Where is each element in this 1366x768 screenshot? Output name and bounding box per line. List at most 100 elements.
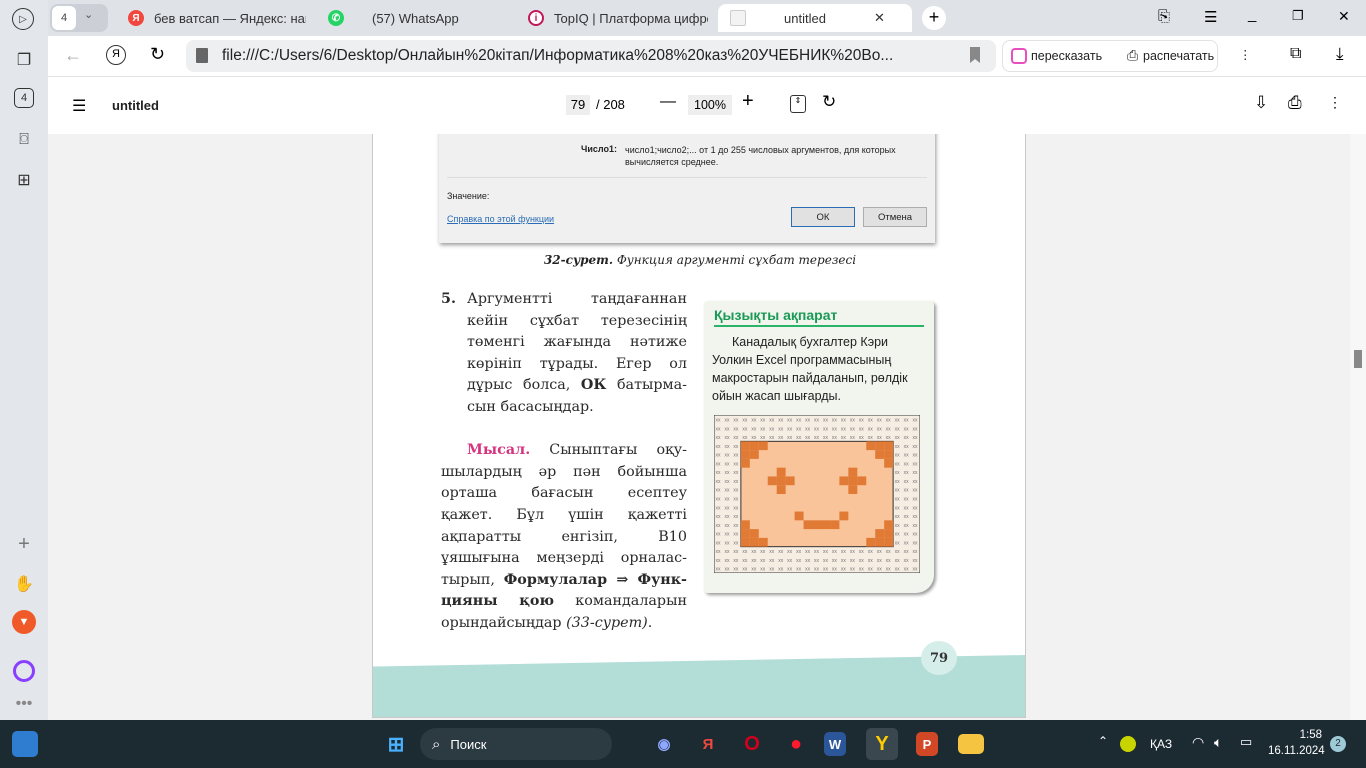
bookmark-icon[interactable]: [970, 47, 980, 63]
grid-cell: xx: [886, 558, 892, 564]
text-segment: шылардың әр пән бойынша: [441, 463, 687, 480]
rotate-icon[interactable]: ↻: [822, 92, 836, 112]
more-icon[interactable]: •••: [12, 692, 36, 716]
grid-cell: xx: [904, 418, 910, 424]
bookmarks-icon[interactable]: ⎘: [1158, 8, 1170, 25]
grid-cell: xx: [796, 558, 802, 564]
print-icon[interactable]: ⎙: [1288, 93, 1302, 113]
grid-cell: xx: [913, 558, 919, 564]
zoom-in-button[interactable]: +: [742, 90, 754, 113]
grid-cell: xx: [760, 549, 766, 555]
meet-icon[interactable]: ◉: [648, 728, 680, 760]
reload-button[interactable]: ↻: [150, 44, 165, 65]
print-page-button[interactable]: распечатать: [1143, 49, 1214, 63]
grid-cell: xx: [733, 444, 739, 450]
tab-topiq[interactable]: i TopIQ | Платформа цифро: [528, 4, 708, 32]
text-line: ұяшығына меңзерді орналас-: [441, 548, 687, 570]
more-actions-icon[interactable]: ⋮: [1239, 47, 1252, 62]
play-icon[interactable]: ▷: [12, 8, 34, 30]
download-icon[interactable]: ⇩: [1254, 93, 1268, 113]
grid-cell: xx: [716, 532, 722, 538]
file-explorer-icon[interactable]: [958, 734, 984, 754]
yandex-icon[interactable]: Я: [692, 728, 724, 760]
grid-cell: xx: [769, 418, 775, 424]
add-icon[interactable]: +: [12, 532, 36, 556]
show-hidden-icons[interactable]: ⌃: [1098, 734, 1108, 748]
yandex-games-icon[interactable]: ✋: [12, 572, 36, 596]
close-window-button[interactable]: ✕: [1338, 8, 1350, 25]
grid-cell: xx: [751, 558, 757, 564]
text-line: тырып, Формулалар ⇒ Функ-: [441, 570, 687, 592]
notification-badge[interactable]: 2: [1330, 736, 1346, 752]
close-tab-icon[interactable]: ✕: [874, 10, 885, 26]
tabs-count-button[interactable]: 4: [14, 88, 34, 108]
clock-date[interactable]: 16.11.2024: [1268, 745, 1325, 757]
market-icon[interactable]: ▼: [12, 610, 36, 634]
battery-icon[interactable]: ▭: [1240, 734, 1252, 750]
opera-gx-icon[interactable]: ●: [780, 728, 812, 760]
widgets-icon[interactable]: [12, 731, 38, 757]
orange-cell: [884, 450, 894, 459]
zoom-out-button[interactable]: —: [660, 93, 676, 111]
scrollbar-thumb[interactable]: [1354, 350, 1362, 368]
text-segment: Аргументті таңдағаннан: [467, 291, 687, 307]
orange-cell: [839, 476, 849, 486]
grid-cell: xx: [877, 567, 883, 573]
pdf-viewer: Число1: число1;число2;... от 1 до 255 чи…: [48, 134, 1350, 720]
yandex-home-button[interactable]: Я: [106, 45, 126, 65]
extensions-icon[interactable]: ⧉: [1290, 45, 1301, 63]
tab-group[interactable]: 4 ⌄: [50, 4, 108, 32]
minimize-button[interactable]: _: [1248, 6, 1256, 23]
menu-icon[interactable]: ☰: [1204, 8, 1217, 26]
powerpoint-icon[interactable]: P: [916, 732, 938, 756]
wifi-icon[interactable]: ◠: [1192, 734, 1204, 751]
screenshot-icon[interactable]: ⌼: [12, 128, 36, 152]
clock-time[interactable]: 1:58: [1296, 729, 1322, 741]
new-tab-button[interactable]: +: [922, 6, 946, 30]
more-icon[interactable]: ⋮: [1328, 94, 1342, 111]
restore-button[interactable]: ❐: [1292, 8, 1304, 24]
grid-cell: xx: [904, 435, 910, 441]
grid-cell: xx: [733, 558, 739, 564]
taskbar: ⊞ ⌕ Поиск ◉ Я O ● W Y P ⌃ ҚАЗ ◠ 🔈︎ ▭ 1:5…: [0, 720, 1366, 768]
grid-cell: xx: [742, 418, 748, 424]
chevron-down-icon[interactable]: ⌄: [84, 8, 93, 21]
grid-cell: xx: [742, 549, 748, 555]
word-icon[interactable]: W: [824, 732, 846, 756]
retell-button[interactable]: пересказать: [1031, 49, 1102, 63]
volume-icon[interactable]: 🔈︎: [1214, 734, 1222, 751]
alice-icon[interactable]: [13, 660, 35, 682]
search-placeholder: Поиск: [450, 736, 487, 752]
grid-cell: xx: [850, 435, 856, 441]
url-field[interactable]: file:///C:/Users/6/Desktop/Онлайын%20кіт…: [186, 40, 996, 72]
back-button[interactable]: ←: [64, 45, 82, 66]
grid-cell: xx: [886, 418, 892, 424]
info-box: Қызықты ақпарат Канадалық бухгалтер Кэри…: [704, 301, 934, 593]
page-number-input[interactable]: 79: [566, 95, 590, 115]
grid-cell: xx: [904, 497, 910, 503]
hamburger-menu-icon[interactable]: ☰: [72, 96, 86, 116]
zoom-level[interactable]: 100%: [688, 95, 732, 115]
yandex-browser-icon[interactable]: Y: [866, 728, 898, 760]
grid-cell: xx: [724, 497, 730, 503]
scrollbar[interactable]: [1350, 134, 1366, 720]
tab-untitled-active[interactable]: untitled ✕: [718, 4, 912, 32]
tab-whatsapp[interactable]: ✆ (57) WhatsApp: [328, 4, 518, 32]
tab-yandex[interactable]: Ябев ватсап — Яндекс: наш: [128, 4, 306, 32]
collections-icon[interactable]: ❐: [12, 48, 36, 72]
grid-cell: xx: [850, 567, 856, 573]
downloads-icon[interactable]: ⤓: [1336, 44, 1344, 64]
fit-page-icon[interactable]: ⇕: [790, 95, 806, 113]
search-icon: ⌕: [432, 735, 441, 753]
grid-cell: xx: [886, 549, 892, 555]
tray-app-icon[interactable]: [1120, 736, 1136, 752]
grid-cell: xx: [913, 470, 919, 476]
page-total: / 208: [596, 97, 625, 112]
language-indicator[interactable]: ҚАЗ: [1150, 737, 1172, 751]
orange-cell: [758, 537, 768, 547]
apps-grid-icon[interactable]: ⊞: [12, 168, 36, 192]
start-button[interactable]: ⊞: [380, 728, 412, 760]
orange-cell: [740, 529, 750, 538]
opera-icon[interactable]: O: [736, 728, 768, 760]
search-box[interactable]: ⌕ Поиск: [420, 728, 612, 760]
